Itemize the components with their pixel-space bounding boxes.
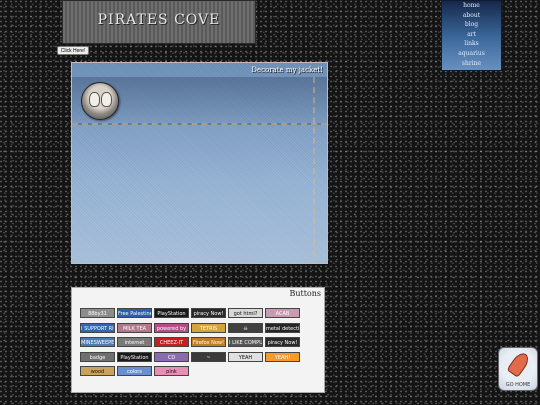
- nav-menu: home about blog art links aquarius shrin…: [441, 0, 502, 71]
- web-badge[interactable]: wood: [80, 366, 115, 376]
- jacket-image: Decorate my jacket!: [71, 62, 328, 264]
- buttons-panel-title: Buttons: [289, 289, 321, 298]
- rocket-icon: [506, 350, 532, 378]
- pin-face-left: [89, 92, 100, 107]
- nav-item-home[interactable]: home: [442, 1, 501, 11]
- web-badge[interactable]: 88by31: [80, 308, 115, 318]
- web-badge[interactable]: badge: [80, 351, 115, 362]
- nav-item-about[interactable]: about: [442, 11, 501, 21]
- web-badge[interactable]: PlayStation: [117, 351, 152, 362]
- web-badge[interactable]: got html?: [228, 308, 263, 318]
- web-badge[interactable]: MINESWEEPER: [80, 337, 115, 347]
- go-home-label: GO HOME: [505, 382, 531, 388]
- site-header: PIRATES COVE: [62, 0, 256, 44]
- nav-item-links[interactable]: links: [442, 39, 501, 49]
- web-badge[interactable]: CD: [154, 351, 189, 362]
- go-home-button[interactable]: GO HOME: [498, 347, 538, 391]
- nav-item-blog[interactable]: blog: [442, 20, 501, 30]
- web-badge[interactable]: I SUPPORT RIGHT TO REPAIR: [80, 322, 115, 333]
- pin-badge[interactable]: [81, 82, 119, 120]
- web-badge[interactable]: YEAH!: [265, 351, 300, 362]
- web-badge[interactable]: piracy Now!: [265, 337, 300, 347]
- web-badge[interactable]: metal detecting: [265, 322, 300, 333]
- web-badge[interactable]: pink: [154, 366, 189, 376]
- web-badge[interactable]: Firefox Now!: [191, 337, 226, 347]
- nav-item-art[interactable]: art: [442, 30, 501, 40]
- jacket-seam-right: [313, 77, 321, 263]
- click-here-button[interactable]: Click Here!: [57, 46, 89, 55]
- site-title: PIRATES COVE: [97, 12, 221, 28]
- nav-item-shrine[interactable]: shrine: [442, 59, 501, 69]
- web-badge[interactable]: internet: [117, 337, 152, 347]
- web-badge[interactable]: CHEEZ-IT: [154, 337, 189, 347]
- web-badge[interactable]: TETRIS: [191, 322, 226, 333]
- web-badge[interactable]: MILK TEA: [117, 322, 152, 333]
- nav-item-aquarius[interactable]: aquarius: [442, 49, 501, 59]
- web-badge[interactable]: ~: [191, 351, 226, 362]
- web-badge[interactable]: ☠: [228, 322, 263, 333]
- web-badge[interactable]: Free Palestine Now!!: [117, 308, 152, 318]
- jacket-caption: Decorate my jacket!: [251, 66, 323, 74]
- web-badge[interactable]: ACAB: [265, 308, 300, 318]
- web-badge[interactable]: powered by: [154, 322, 189, 333]
- buttons-panel: Buttons 88by31Free Palestine Now!!PlaySt…: [71, 287, 325, 393]
- pin-face-right: [101, 92, 112, 107]
- web-badge[interactable]: piracy Now!: [191, 308, 226, 318]
- web-badge[interactable]: PlayStation: [154, 308, 189, 318]
- web-badge[interactable]: I LIKE COMPUTER: [228, 337, 263, 347]
- web-badge[interactable]: colors: [117, 366, 152, 376]
- web-badge[interactable]: YEAH: [228, 351, 263, 362]
